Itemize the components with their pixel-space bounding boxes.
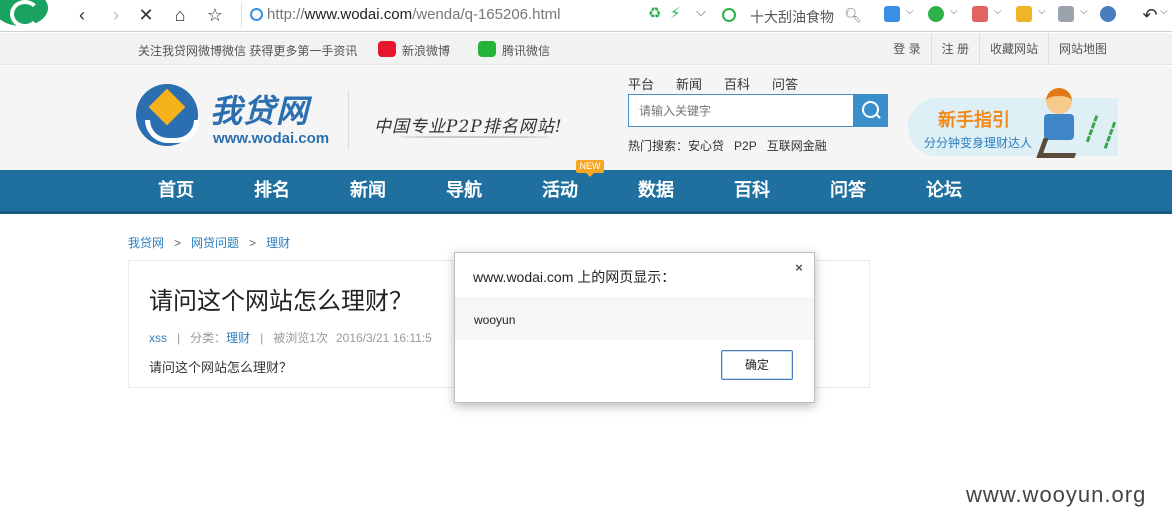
chevron-down-icon[interactable]: ⌵ [1038, 6, 1046, 17]
plugin-icon[interactable] [1016, 6, 1032, 22]
wechat-link[interactable]: 腾讯微信 [502, 42, 550, 59]
tab-wiki[interactable]: 百科 [724, 77, 750, 92]
translate-icon[interactable] [972, 6, 988, 22]
meta-divider: | [260, 331, 264, 345]
nav-item-news[interactable]: 新闻 [320, 170, 416, 211]
logo-text[interactable]: 我贷网 [210, 86, 309, 132]
search-tabs: 平台 新闻 百科 问答 [628, 74, 820, 93]
mascot-body [1044, 114, 1074, 140]
watermark: www.wooyun.org [966, 482, 1147, 507]
tab-news[interactable]: 新闻 [676, 77, 702, 92]
browser-search-text[interactable]: 十大刮油食物 [750, 7, 834, 27]
follow-text: 关注我贷网微博微信 获得更多第一手资讯 [138, 44, 358, 58]
login-link[interactable]: 登 录 [883, 33, 930, 65]
nav-item-guide[interactable]: 导航 [416, 170, 512, 211]
breadcrumb-separator: > [174, 236, 182, 250]
favorite-star-icon[interactable]: ☆ [203, 4, 227, 26]
tab-platform[interactable]: 平台 [628, 77, 654, 92]
back-icon[interactable]: ‹ [70, 4, 94, 26]
nav-item-data[interactable]: 数据 [608, 170, 704, 211]
weibo-link[interactable]: 新浪微博 [402, 42, 450, 59]
ok-button[interactable]: 确定 [721, 350, 793, 380]
browser-logo-icon[interactable] [0, 0, 48, 28]
browser-toolbar: ‹ › ✕ ⌂ ☆ http://www.wodai.com/wenda/q-1… [0, 0, 1172, 32]
bookmark-link[interactable]: 收藏网站 [978, 33, 1048, 65]
alert-dialog: www.wodai.com 上的网页显示： × wooyun 确定 [454, 252, 815, 403]
hot-search: 热门搜索：安心贷 P2P 互联网金融 [628, 137, 837, 154]
address-bar[interactable]: http://www.wodai.com/wenda/q-165206.html [241, 3, 641, 27]
hot-search-label: 热门搜索： [628, 139, 689, 153]
author-link[interactable]: xss [149, 331, 167, 345]
hot-search-item[interactable]: 互联网金融 [767, 139, 827, 153]
url-text[interactable]: http://www.wodai.com/wenda/q-165206.html [267, 6, 561, 23]
nav-item-forum[interactable]: 论坛 [896, 170, 992, 211]
url-dropdown-icon[interactable]: ⌵ [696, 4, 706, 26]
site-search-input[interactable] [629, 95, 853, 126]
tab-qa[interactable]: 问答 [772, 77, 798, 92]
logo-domain[interactable]: www.wodai.com [213, 130, 329, 147]
speed-mode-icon[interactable]: ⚡ [670, 4, 681, 26]
hot-search-item[interactable]: 安心贷 [688, 139, 724, 153]
dialog-body: wooyun [455, 297, 814, 340]
slogan: 中国专业P2P排名网站! [374, 117, 563, 137]
category-link[interactable]: 理财 [226, 331, 250, 345]
screenshot-icon[interactable] [1058, 6, 1074, 22]
refresh-compat-icon[interactable]: ♻ [648, 4, 661, 26]
view-count: 被浏览1次 [273, 331, 328, 345]
logo-divider [348, 90, 349, 150]
register-link[interactable]: 注 册 [930, 33, 979, 65]
breadcrumb-home[interactable]: 我贷网 [128, 236, 164, 250]
search-engine-icon[interactable] [722, 8, 736, 22]
chevron-down-icon[interactable]: ⌵ [994, 6, 1002, 17]
page-info-icon[interactable] [250, 8, 263, 21]
question-body: 请问这个网站怎么理财？ [149, 360, 293, 375]
tools-icon[interactable] [1100, 6, 1116, 22]
dialog-message: wooyun [474, 313, 516, 327]
hot-search-item[interactable]: P2P [734, 139, 757, 153]
mascot-legs [1036, 138, 1082, 158]
meta-divider: | [177, 331, 181, 345]
site-logo-icon[interactable] [136, 84, 199, 146]
category-label: 分类： [190, 331, 227, 345]
nav-item-home[interactable]: 首页 [128, 170, 224, 211]
nav-item-qa[interactable]: 问答 [800, 170, 896, 211]
mascot-illustration [1046, 88, 1072, 114]
question-meta: xss | 分类：理财 | 被浏览1次 2016/3/21 16:11:5 [149, 329, 432, 346]
forward-icon[interactable]: › [104, 4, 128, 26]
stop-icon[interactable]: ✕ [134, 4, 158, 26]
wechat-icon[interactable] [478, 41, 496, 57]
chevron-down-icon[interactable]: ⌵ [1160, 6, 1168, 17]
promo-title[interactable]: 新手指引 [938, 106, 1010, 132]
weibo-icon[interactable] [378, 41, 396, 57]
breadcrumb-separator: > [249, 236, 257, 250]
nav-item-ranking[interactable]: 排名 [224, 170, 320, 211]
slogan-underline [400, 136, 550, 138]
home-icon[interactable]: ⌂ [168, 4, 192, 26]
dialog-title: www.wodai.com 上的网页显示： [473, 269, 676, 285]
new-badge: NEW [576, 160, 604, 177]
site-search-field[interactable] [628, 94, 854, 127]
breadcrumb-category[interactable]: 网贷问题 [191, 236, 239, 250]
promo-subtitle[interactable]: 分分钟变身理财达人 [924, 134, 1032, 151]
chevron-down-icon[interactable]: ⌵ [950, 6, 958, 17]
breadcrumb: 我贷网 > 网贷问题 > 理财 [128, 234, 290, 251]
search-icon[interactable]: 🔍︎ [844, 7, 862, 24]
nav-item-wiki[interactable]: 百科 [704, 170, 800, 211]
shield-icon[interactable] [928, 6, 944, 22]
post-date: 2016/3/21 16:11:5 [335, 331, 432, 345]
apps-icon[interactable] [884, 6, 900, 22]
browser-search-box[interactable]: 十大刮油食物 🔍︎ [716, 3, 866, 27]
sitemap-link[interactable]: 网站地图 [1047, 33, 1117, 65]
top-links: 登 录注 册收藏网站 网站地图 [883, 33, 1117, 65]
undo-icon[interactable]: ↶ [1138, 4, 1162, 26]
breadcrumb-current[interactable]: 理财 [266, 236, 290, 250]
chevron-down-icon[interactable]: ⌵ [1080, 6, 1088, 17]
question-title: 请问这个网站怎么理财？ [149, 288, 413, 315]
search-button[interactable] [853, 94, 888, 127]
close-icon[interactable]: × [792, 261, 806, 275]
chevron-down-icon[interactable]: ⌵ [906, 6, 914, 17]
